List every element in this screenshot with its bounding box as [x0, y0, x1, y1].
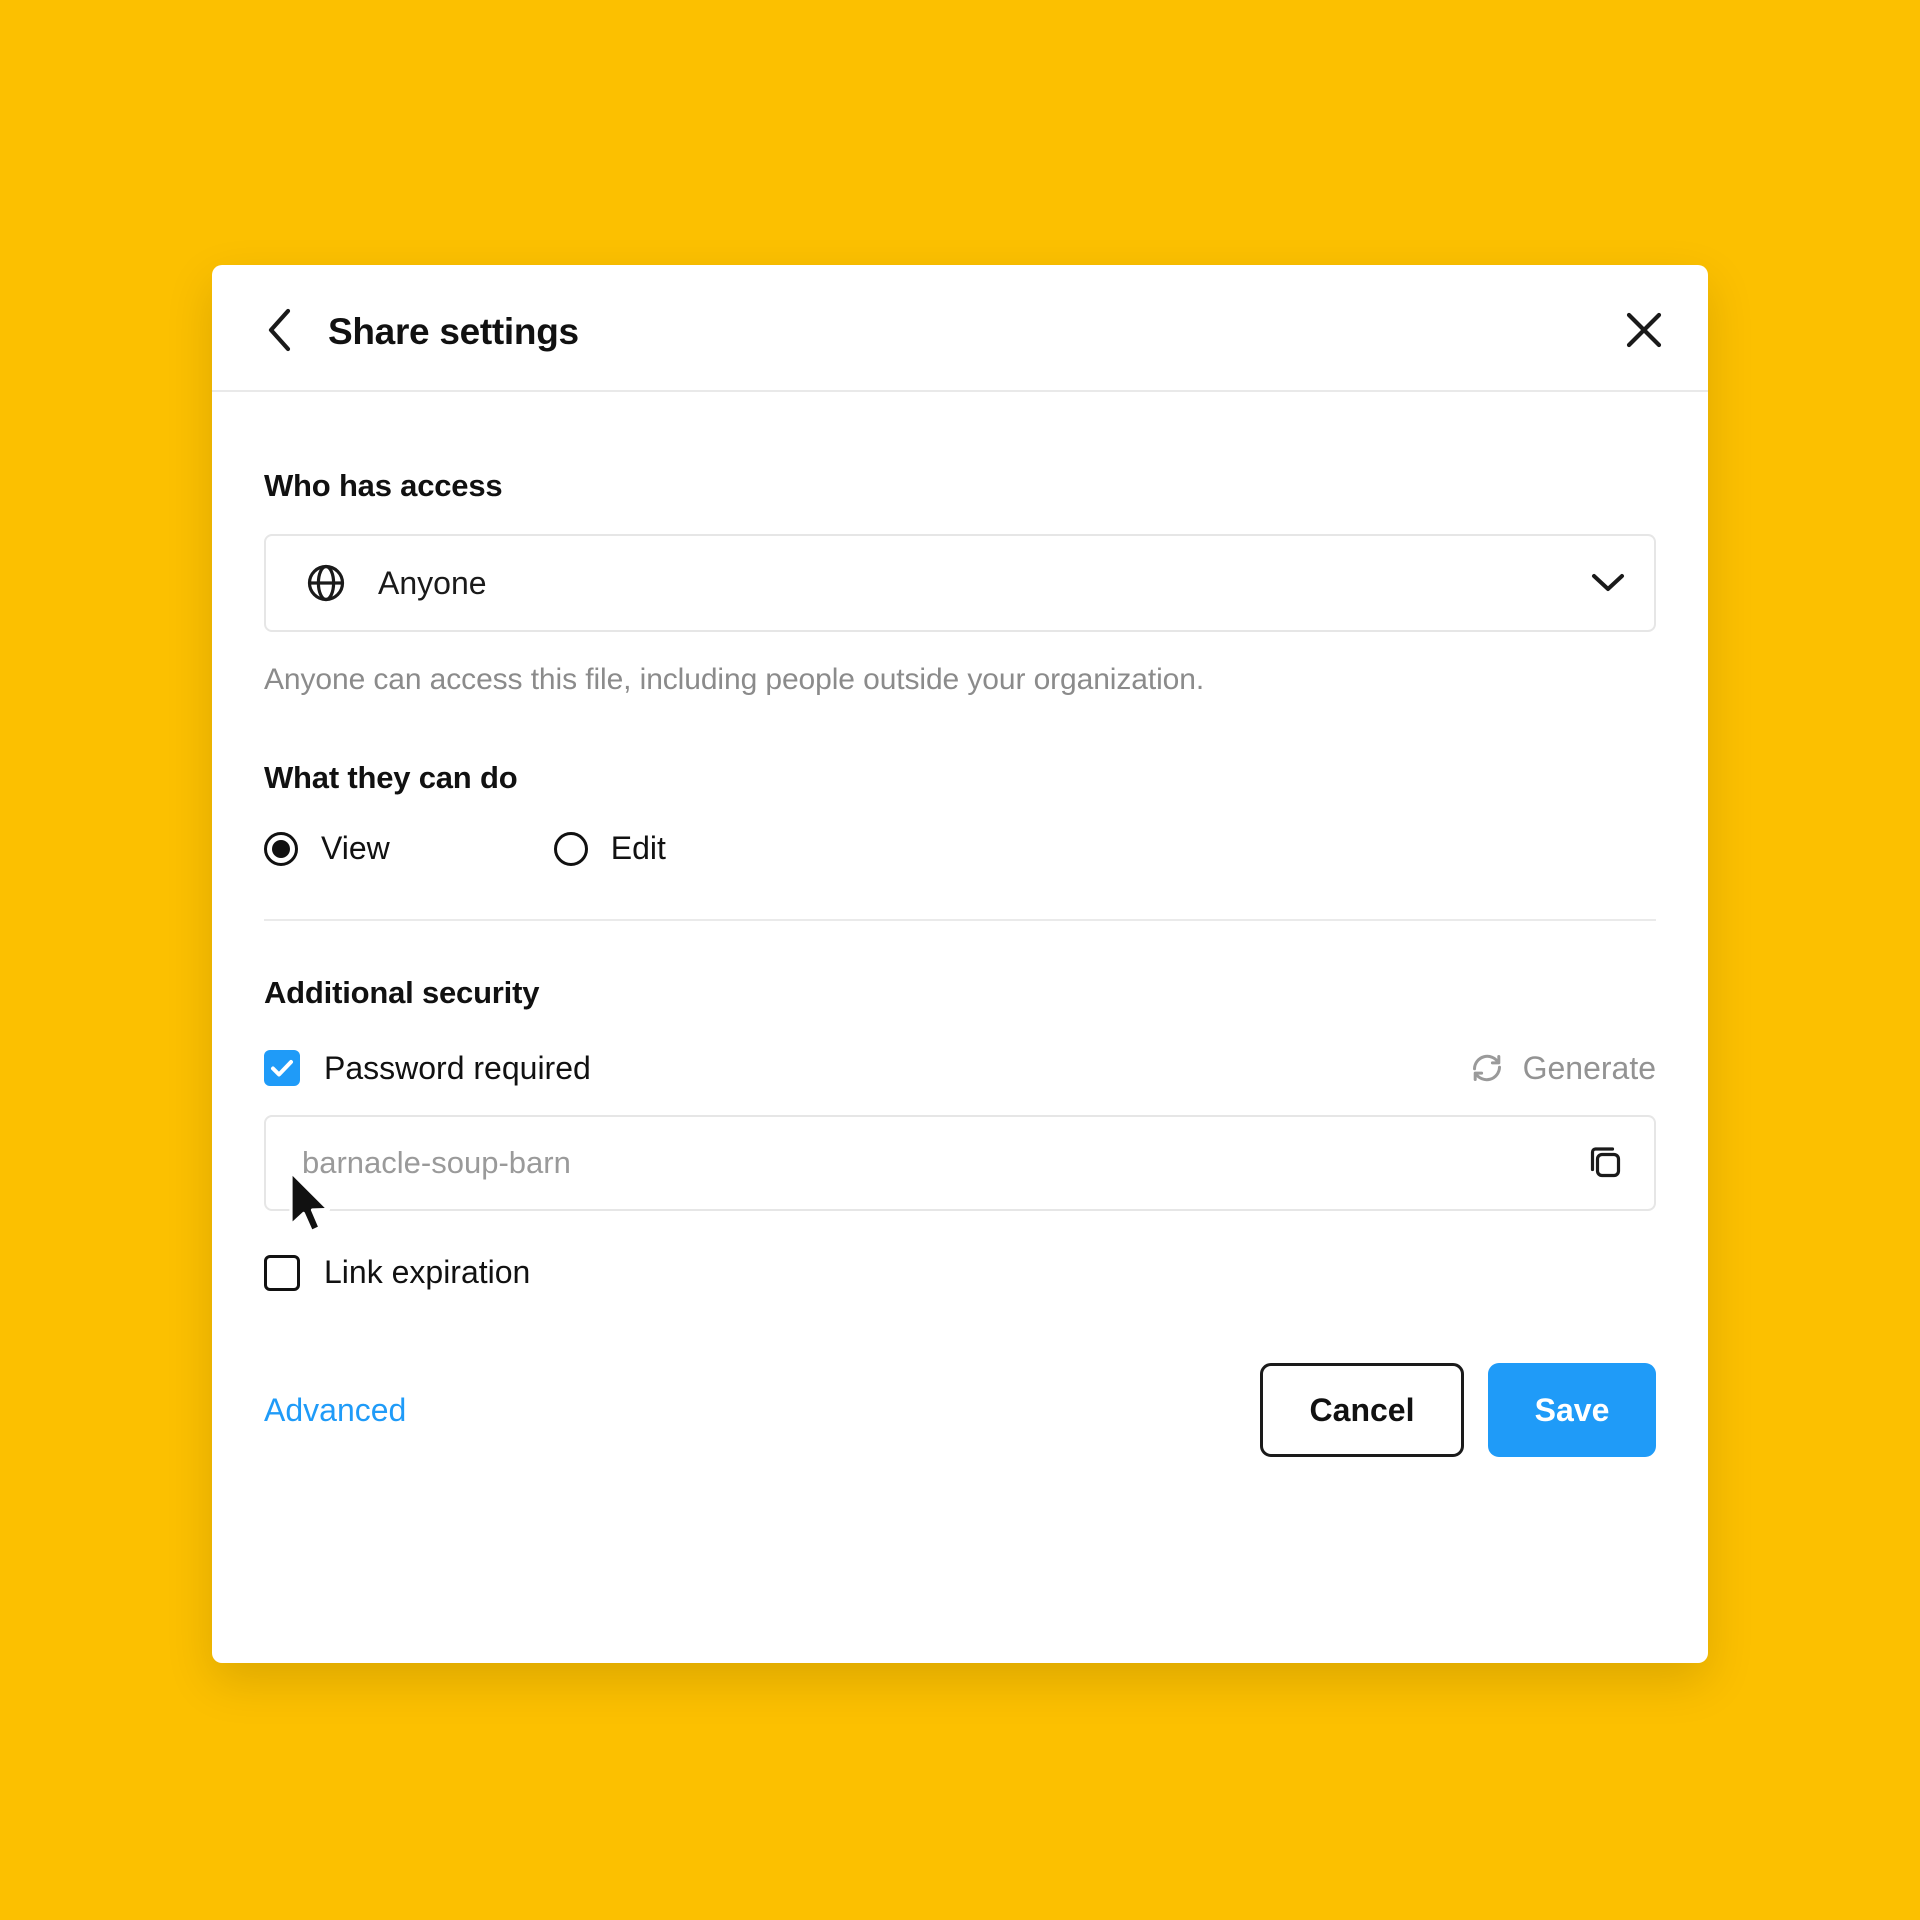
chevron-down-icon — [1588, 563, 1628, 603]
checkbox-label-link-expiration: Link expiration — [324, 1254, 531, 1290]
radio-selected-icon — [264, 831, 298, 866]
access-level-value: Anyone — [378, 564, 487, 601]
modal-footer: Advanced Cancel Save — [264, 1363, 1656, 1457]
close-icon — [1626, 312, 1662, 348]
password-input[interactable] — [302, 1145, 1582, 1181]
access-level-select[interactable]: Anyone — [264, 534, 1656, 632]
radio-label-view: View — [321, 830, 390, 866]
advanced-link[interactable]: Advanced — [264, 1392, 406, 1429]
back-button[interactable] — [258, 308, 300, 352]
generate-label: Generate — [1522, 1049, 1656, 1086]
copy-password-button[interactable] — [1582, 1140, 1628, 1186]
radio-option-view[interactable]: View — [264, 830, 390, 867]
modal-body: Who has access Anyone Anyone can access … — [212, 468, 1708, 1457]
link-expiration-row: Link expiration — [264, 1254, 1656, 1291]
checkbox-checked-icon — [264, 1050, 300, 1086]
checkbox-password-required[interactable]: Password required — [264, 1050, 591, 1087]
what-they-can-do-heading: What they can do — [264, 760, 518, 795]
who-has-access-heading: Who has access — [264, 468, 503, 503]
checkbox-unchecked-icon — [264, 1254, 300, 1291]
share-settings-modal: Share settings Who has access Anyone Any… — [212, 265, 1708, 1663]
page-title: Share settings — [328, 311, 579, 352]
copy-icon — [1590, 1147, 1621, 1178]
permission-radio-group: View Edit — [264, 830, 1656, 867]
footer-buttons: Cancel Save — [1260, 1363, 1656, 1457]
password-field-wrapper — [264, 1115, 1656, 1211]
additional-security-heading: Additional security — [264, 975, 540, 1010]
close-button[interactable] — [1622, 308, 1666, 352]
refresh-icon — [1467, 1048, 1507, 1088]
checkbox-link-expiration[interactable]: Link expiration — [264, 1254, 1656, 1291]
save-button[interactable]: Save — [1488, 1363, 1656, 1457]
radio-unselected-icon — [553, 831, 588, 866]
radio-option-edit[interactable]: Edit — [553, 830, 666, 867]
globe-icon — [304, 561, 348, 605]
radio-label-edit: Edit — [610, 830, 666, 866]
cancel-button[interactable]: Cancel — [1260, 1363, 1464, 1457]
access-hint-text: Anyone can access this file, including p… — [264, 663, 1205, 696]
chevron-left-icon — [268, 308, 291, 352]
section-divider — [264, 919, 1656, 921]
password-required-row: Password required Generate — [264, 1048, 1656, 1088]
checkbox-label-password-required: Password required — [324, 1049, 591, 1086]
modal-header: Share settings — [212, 265, 1708, 392]
generate-password-button[interactable]: Generate — [1467, 1048, 1656, 1088]
